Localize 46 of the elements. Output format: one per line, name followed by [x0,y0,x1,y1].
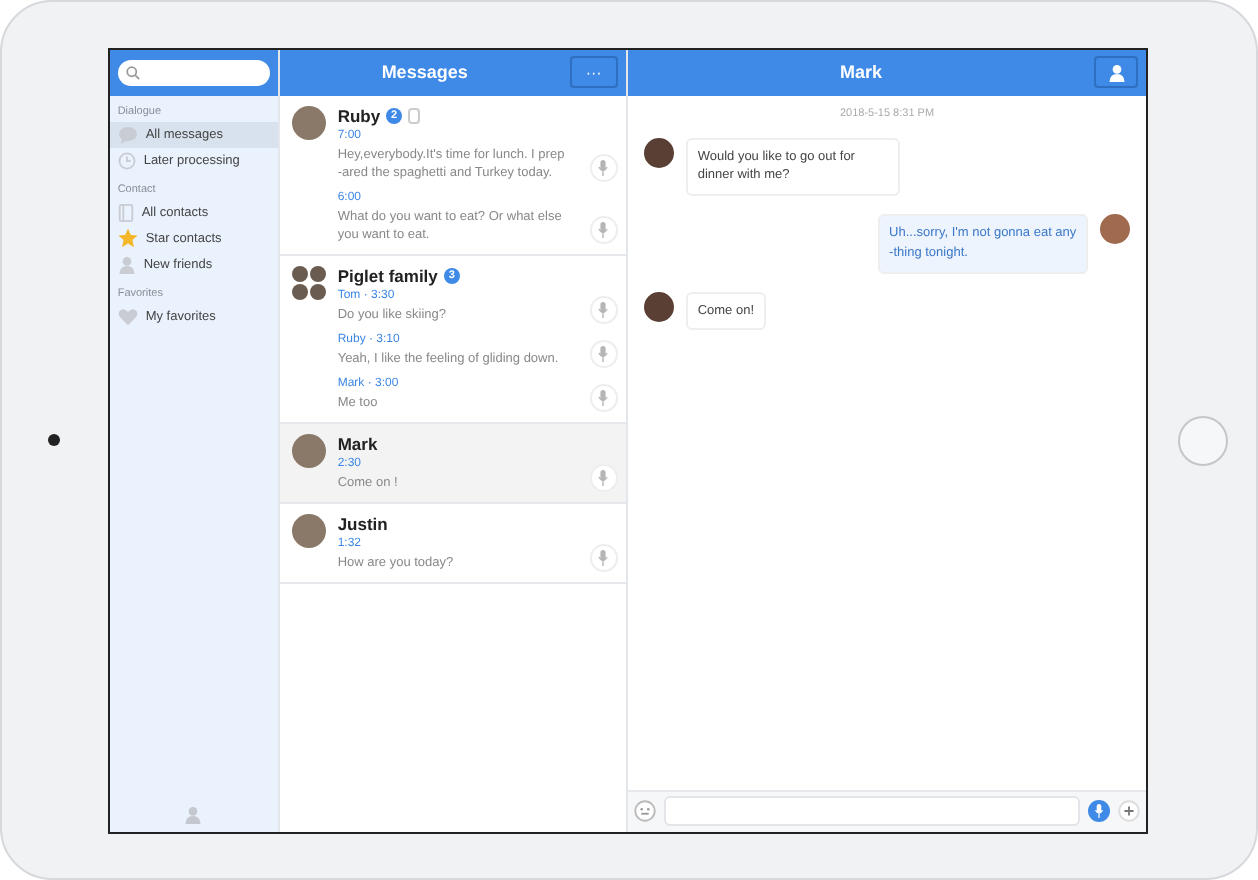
profile-button[interactable] [1094,56,1139,88]
more-button[interactable]: ··· [569,56,618,88]
avatar [291,434,326,469]
avatar [643,137,674,167]
chat-bubble-icon [117,125,138,143]
plus-icon[interactable] [1118,800,1141,822]
home-button[interactable] [1177,415,1228,465]
avatar [1100,214,1131,244]
search-icon [125,65,140,79]
microphone-icon [598,221,609,238]
microphone-icon [1094,804,1105,818]
voice-button[interactable] [589,295,618,324]
heart-icon [117,307,138,325]
voice-button[interactable] [589,340,618,369]
contact-name: Piglet family [337,265,438,286]
microphone-icon [598,346,609,363]
voice-button[interactable] [589,153,618,182]
microphone-icon [598,390,609,407]
microphone-icon [598,470,609,487]
search-field[interactable] [117,59,270,85]
smiley-icon[interactable] [633,800,656,822]
microphone-icon [598,550,609,567]
voice-input-button[interactable] [1088,800,1111,822]
chat-title: Mark [837,62,884,82]
clock-icon [117,151,136,169]
message-input[interactable] [663,796,1081,826]
voice-button[interactable] [589,384,618,413]
contact-name: Ruby [337,105,381,125]
contact-name: Justin [337,514,388,535]
microphone-icon [598,159,609,176]
panel-title: Messages [379,62,470,82]
profile-icon [184,805,203,823]
contact-book-icon [117,203,134,221]
star-icon [117,228,138,248]
voice-button[interactable] [589,544,618,573]
person-icon [1107,63,1126,81]
avatar [291,105,326,139]
avatar [291,514,326,549]
avatar [643,291,674,321]
contact-name: Mark [337,434,378,455]
voice-button[interactable] [589,215,618,244]
group-avatar [291,265,326,300]
voice-button[interactable] [589,464,618,493]
camera-dot [48,434,61,446]
microphone-icon [598,301,609,318]
person-icon [117,255,136,273]
